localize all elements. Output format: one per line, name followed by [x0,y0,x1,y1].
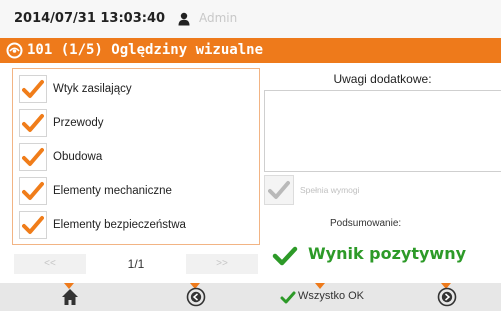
user-name: Admin [199,11,238,25]
result-status: Wynik pozytywny [308,244,467,263]
remarks-label: Uwagi dodatkowe: [333,72,432,86]
pager-prev-button[interactable]: << [14,254,86,274]
home-button[interactable] [60,287,80,311]
inspection-eye-icon [6,42,23,59]
checklist-item-label: Elementy mechaniczne [53,185,172,197]
checklist-item[interactable]: Obudowa [17,143,257,173]
checkbox[interactable] [19,143,47,171]
forward-button[interactable] [437,287,457,311]
datetime: 2014/07/31 13:03:40 [14,11,166,26]
meets-requirements-label: Spełnia wymogi [300,185,360,195]
title-bar: 101 (1/5) Oględziny wizualne [0,38,501,63]
checklist-item[interactable]: Wtyk zasilający [17,75,257,105]
page-title: 101 (1/5) Oględziny wizualne [27,42,264,58]
pager-page-indicator: 1/1 [127,257,145,271]
back-button[interactable] [186,287,206,311]
checklist-item[interactable]: Elementy mechaniczne [17,177,257,207]
home-icon [62,289,78,305]
checklist-item-label: Obudowa [53,151,103,163]
checkbox[interactable] [19,75,47,103]
back-icon [186,287,206,307]
checklist-item-label: Wtyk zasilający [53,83,132,95]
checklist-item[interactable]: Elementy bezpieczeństwa [17,211,257,241]
summary-label: Podsumowanie: [330,218,402,229]
checklist-item-label: Elementy bezpieczeństwa [53,219,186,231]
check-icon [280,291,296,304]
forward-icon [437,287,457,307]
all-ok-label[interactable]: Wszystko OK [298,290,364,302]
checklist-panel: Wtyk zasilający Przewody Obudowa Element… [12,68,260,245]
user-icon [177,11,191,26]
checkbox[interactable] [19,109,47,137]
remarks-textarea[interactable] [264,90,501,172]
status-bar: 2014/07/31 13:03:40 Admin [0,0,501,38]
check-icon [272,246,298,270]
meets-requirements-checkbox[interactable] [264,175,294,205]
checklist-item[interactable]: Przewody [17,109,257,139]
checkbox[interactable] [19,211,47,239]
bottom-toolbar: Wszystko OK [0,283,501,311]
all-ok-button[interactable] [280,290,296,309]
pager-next-button[interactable]: >> [186,254,258,274]
tab-marker [315,283,325,289]
checklist-item-label: Przewody [53,117,104,129]
checkbox[interactable] [19,177,47,205]
